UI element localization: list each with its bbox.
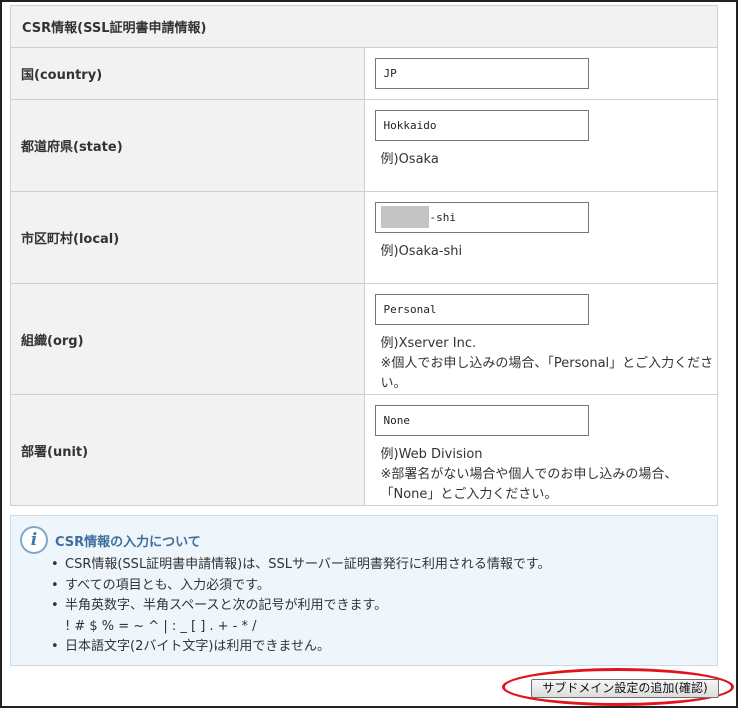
unit-note: ※部署名がない場合や個人でのお申し込みの場合、「None」とご入力ください。 [380, 467, 678, 502]
info-title: CSR情報の入力について [55, 535, 201, 550]
info-list: • CSR情報(SSL証明書申請情報)は、SSLサーバー証明書発行に利用される情報… [49, 555, 551, 658]
unit-label: 部署(unit) [10, 394, 365, 506]
local-label: 市区町村(local) [10, 191, 365, 284]
list-item: • 半角英数字、半角スペースと次の記号が利用できます。! # $ % = ~ ^ … [49, 596, 551, 637]
state-hint: 例)Osaka [380, 152, 439, 167]
csr-form-table: CSR情報(SSL証明書申請情報) 国(country) 都道府県(state)… [10, 5, 718, 506]
org-input[interactable] [374, 294, 589, 325]
country-input[interactable] [374, 58, 589, 89]
org-label: 組織(org) [10, 283, 365, 395]
org-hint: 例)Xserver Inc. [380, 336, 477, 351]
info-icon: i [20, 526, 48, 554]
org-note: ※個人でお申し込みの場合、「Personal」とご入力ください。 [380, 356, 714, 391]
bullet-icon: • [51, 598, 59, 613]
local-hint: 例)Osaka-shi [380, 244, 463, 259]
list-item: • CSR情報(SSL証明書申請情報)は、SSLサーバー証明書発行に利用される情報… [49, 555, 551, 576]
confirm-area: サブドメイン設定の追加(確認) [500, 668, 738, 708]
state-input[interactable] [374, 110, 589, 141]
list-item: • すべての項目とも、入力必須です。 [49, 576, 551, 597]
redacted-text [380, 206, 429, 228]
state-label: 都道府県(state) [10, 99, 365, 192]
bullet-icon: • [51, 639, 59, 654]
bullet-icon: • [51, 577, 59, 593]
unit-hint: 例)Web Division [380, 447, 483, 462]
csr-info-panel: i CSR情報の入力について • CSR情報(SSL証明書申請情報)は、SSLサー… [10, 515, 718, 666]
add-subdomain-confirm-button[interactable]: サブドメイン設定の追加(確認) [531, 679, 719, 698]
list-item: • 日本語文字(2バイト文字)は利用できません。 [49, 637, 551, 658]
unit-input[interactable] [374, 405, 589, 436]
bullet-icon: • [51, 557, 59, 572]
form-title: CSR情報(SSL証明書申請情報) [10, 5, 718, 48]
allowed-symbols: ! # $ % = ~ ^ | : _ [ ] . + - * / [65, 618, 257, 634]
country-label: 国(country) [10, 47, 365, 100]
